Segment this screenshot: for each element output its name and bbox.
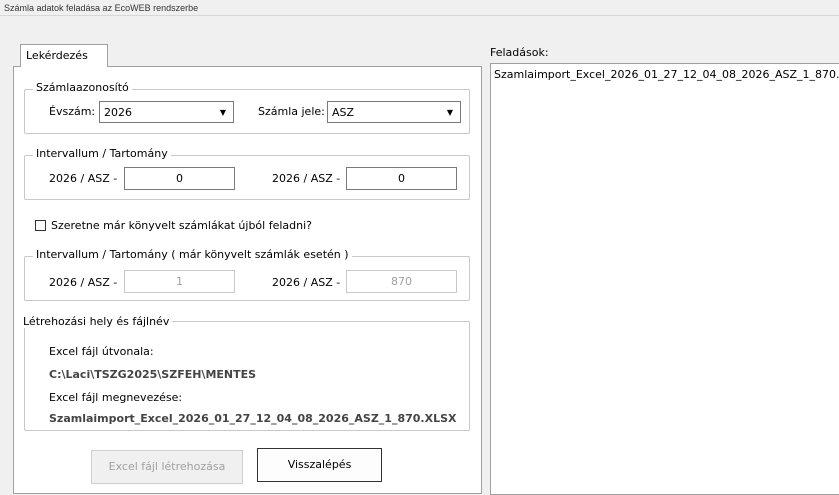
- tab-label: Lekérdezés: [26, 49, 88, 62]
- konyvelt-from-input[interactable]: 1: [124, 270, 235, 293]
- group-intervallum-legend: Intervallum / Tartomány: [33, 147, 171, 160]
- intervallum-from-label: 2026 / ASZ -: [49, 172, 118, 185]
- konyvelt-to-label: 2026 / ASZ -: [272, 276, 341, 289]
- tab-lekerdezes[interactable]: Lekérdezés: [20, 44, 108, 67]
- intervallum-from-input[interactable]: 0: [124, 167, 235, 190]
- create-excel-button[interactable]: Excel fájl létrehozása: [91, 450, 243, 484]
- list-item[interactable]: Szamlaimport_Excel_2026_01_27_12_04_08_2…: [494, 68, 839, 81]
- filename-value: Szamlaimport_Excel_2026_01_27_12_04_08_2…: [49, 412, 457, 425]
- chevron-down-icon[interactable]: ▼: [441, 103, 459, 121]
- title-bar: Számla adatok feladása az EcoWEB rendsze…: [0, 0, 839, 16]
- path-label: Excel fájl útvonala:: [49, 345, 154, 358]
- konyvelt-from-label: 2026 / ASZ -: [49, 276, 118, 289]
- back-button[interactable]: Visszalépés: [257, 448, 382, 482]
- szamla-jele-value: ASZ: [332, 106, 355, 119]
- feladasok-label: Feladások:: [490, 46, 549, 59]
- group-letrehozasi-legend: Létrehozási hely és fájlnév: [23, 315, 173, 328]
- intervallum-to-label: 2026 / ASZ -: [272, 172, 341, 185]
- evszam-label: Évszám:: [49, 105, 96, 118]
- group-intervallum-konyvelt-legend: Intervallum / Tartomány ( már könyvelt s…: [33, 248, 352, 261]
- szamla-jele-label: Számla jele:: [258, 105, 325, 118]
- filename-label: Excel fájl megnevezése:: [49, 391, 183, 404]
- evszam-select[interactable]: 2026 ▼: [99, 101, 234, 123]
- path-value: C:\Laci\TSZG2025\SZFEH\MENTES: [49, 368, 257, 381]
- feladasok-list[interactable]: Szamlaimport_Excel_2026_01_27_12_04_08_2…: [490, 63, 839, 495]
- window-title: Számla adatok feladása az EcoWEB rendsze…: [4, 3, 199, 13]
- group-szamlaazonosito-legend: Számlaazonosító: [33, 81, 132, 94]
- szamla-jele-select[interactable]: ASZ ▼: [327, 101, 461, 123]
- ujrafeladas-checkbox[interactable]: [35, 220, 46, 231]
- chevron-down-icon[interactable]: ▼: [214, 103, 232, 121]
- intervallum-to-input[interactable]: 0: [346, 167, 457, 190]
- evszam-value: 2026: [104, 106, 132, 119]
- konyvelt-to-input[interactable]: 870: [346, 270, 457, 293]
- ujrafeladas-label[interactable]: Szeretne már könyvelt számlákat újból fe…: [51, 219, 312, 232]
